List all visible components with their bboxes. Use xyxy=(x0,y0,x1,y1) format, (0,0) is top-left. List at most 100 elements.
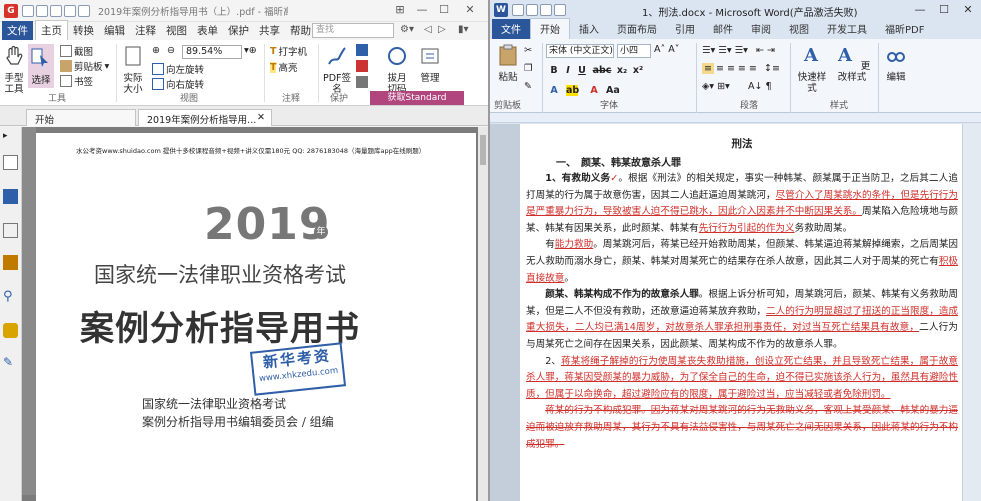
word-tab-developer[interactable]: 开发工具 xyxy=(818,19,876,39)
ribbon-options-icon[interactable]: ⊞ xyxy=(392,3,408,16)
nav-back-icon[interactable]: ◁ xyxy=(424,24,432,35)
undo-icon[interactable] xyxy=(64,4,76,17)
change-case-icon[interactable]: Aa xyxy=(606,85,620,96)
typewriter-button[interactable]: T 打字机 xyxy=(270,44,307,59)
stamp-icon[interactable] xyxy=(356,44,368,56)
zoom-in-icon[interactable]: ⊕ xyxy=(152,45,160,56)
maximize-button[interactable]: ☐ xyxy=(436,3,452,16)
word-tab-home[interactable]: 开始 xyxy=(530,18,570,39)
nav-forward-icon[interactable]: ▷ xyxy=(438,24,446,35)
page-thumbnail-icon[interactable] xyxy=(3,155,18,170)
comments-panel-icon[interactable] xyxy=(3,223,18,238)
indent-icon[interactable]: ⇤ ⇥ xyxy=(756,45,775,56)
word-tab-review[interactable]: 审阅 xyxy=(742,19,780,39)
settings-gear-icon[interactable]: ⚙▾ xyxy=(400,24,414,35)
font-color-icon[interactable]: A xyxy=(588,85,600,96)
change-styles-button[interactable]: A 更改样式 xyxy=(832,43,872,83)
link-icon[interactable] xyxy=(356,60,368,72)
tab-convert[interactable]: 转换 xyxy=(68,21,99,40)
close-tab-icon[interactable]: ✕ xyxy=(257,112,265,123)
pdf-canvas[interactable]: 水公考资www.shuidao.com 提供十多校课程音频+视频+讲义仅需180… xyxy=(22,127,488,501)
manage-button[interactable]: 管理 xyxy=(416,44,444,84)
expand-arrow-icon[interactable]: ▸ xyxy=(3,131,18,146)
format-painter-icon[interactable]: ✎ xyxy=(524,81,532,92)
align-left-icon[interactable]: ≡ ≡ ≡ ≡ ≡ xyxy=(702,63,757,74)
zoom-dropdown-icon[interactable]: ▾⊕ xyxy=(244,45,257,56)
actual-size-button[interactable]: 实际大小 xyxy=(120,44,146,95)
select-button[interactable]: 选择 xyxy=(28,44,54,88)
strikethrough-button[interactable]: abc xyxy=(592,65,612,76)
layers-icon[interactable] xyxy=(3,189,18,204)
editing-button[interactable]: 编辑 xyxy=(882,43,910,83)
pdf-scroll-thumb[interactable] xyxy=(480,135,486,165)
highlight-color-icon[interactable]: ab xyxy=(566,85,579,96)
word-minimize-button[interactable]: — xyxy=(912,3,928,16)
bold-button[interactable]: B xyxy=(548,65,560,76)
word-tab-mailings[interactable]: 邮件 xyxy=(704,19,742,39)
word-close-button[interactable]: ✕ xyxy=(960,3,976,16)
search-input[interactable]: 查找 xyxy=(312,23,394,38)
get-standard-button[interactable]: 获取Standard xyxy=(370,91,464,105)
doc-tab-current[interactable]: 2019年案例分析指导用... ✕ xyxy=(138,109,272,126)
screenshot-button[interactable]: 截图 xyxy=(60,44,93,58)
word-page[interactable]: 刑法 一、 颜某、韩某故意杀人罪 1、有救助义务✓。根据《刑法》的相关规定，事实… xyxy=(520,124,962,501)
attach-icon[interactable] xyxy=(356,76,368,88)
word-preview-icon[interactable] xyxy=(554,4,566,16)
hand-tool-button[interactable]: 手型工具 xyxy=(2,44,26,95)
close-button[interactable]: ✕ xyxy=(462,3,478,16)
line-spacing-icon[interactable]: ↕≡ xyxy=(764,63,780,74)
paste-button[interactable]: 粘贴 xyxy=(494,43,522,83)
underline-button[interactable]: U xyxy=(576,65,588,76)
tab-file[interactable]: 文件 xyxy=(2,21,33,40)
word-vertical-scrollbar[interactable] xyxy=(962,124,981,501)
tab-edit[interactable]: 编辑 xyxy=(99,21,130,40)
print-icon[interactable] xyxy=(50,4,62,17)
subscript-button[interactable]: x₂ xyxy=(616,65,628,76)
word-save-icon[interactable] xyxy=(512,4,524,16)
tab-comment[interactable]: 注释 xyxy=(130,21,161,40)
signature-panel-icon[interactable]: ✎ xyxy=(3,355,18,370)
bookmark-button[interactable]: 书签 xyxy=(60,74,93,88)
shading-icon[interactable]: ◈▾ ⊞▾ xyxy=(702,81,730,92)
tab-home[interactable]: 主页 xyxy=(35,20,68,40)
font-size-select[interactable]: 小四 xyxy=(617,44,651,58)
word-maximize-button[interactable]: ☐ xyxy=(936,3,952,16)
superscript-button[interactable]: x² xyxy=(632,65,644,76)
save-icon[interactable] xyxy=(36,4,48,17)
italic-button[interactable]: I xyxy=(562,65,574,76)
word-undo-icon[interactable] xyxy=(526,4,538,16)
word-tab-view[interactable]: 视图 xyxy=(780,19,818,39)
attachments-icon[interactable] xyxy=(3,255,18,270)
user-icon[interactable]: ▮▾ xyxy=(458,24,469,35)
sort-icon[interactable]: A↓ ¶ xyxy=(748,81,772,92)
open-icon[interactable] xyxy=(22,4,34,17)
doc-tab-start[interactable]: 开始 xyxy=(26,109,136,126)
font-name-select[interactable]: 宋体 (中文正文) xyxy=(546,44,614,58)
zoom-out-icon[interactable]: ⊖ xyxy=(167,45,175,56)
bullets-icon[interactable]: ☰▾ ☰▾ ☰▾ xyxy=(702,45,748,56)
rotate-left-button[interactable]: 向左旋转 xyxy=(152,62,204,76)
lock-icon[interactable] xyxy=(3,323,18,338)
cut-icon[interactable]: ✂ xyxy=(524,45,532,56)
pdf-sign-button[interactable]: PDF签名 xyxy=(322,44,352,95)
word-tab-foxit-pdf[interactable]: 福昕PDF xyxy=(876,19,933,39)
redo-icon[interactable] xyxy=(78,4,90,17)
rotate-right-button[interactable]: 向右旋转 xyxy=(152,77,204,91)
word-tab-file[interactable]: 文件 xyxy=(492,19,530,39)
clipboard-button[interactable]: 剪贴板 ▾ xyxy=(60,59,109,73)
tab-view[interactable]: 视图 xyxy=(161,21,192,40)
paperclip-icon[interactable]: ⚲ xyxy=(3,289,18,304)
word-tab-layout[interactable]: 页面布局 xyxy=(608,19,666,39)
tab-share[interactable]: 共享 xyxy=(254,21,285,40)
word-tab-insert[interactable]: 插入 xyxy=(570,19,608,39)
tab-protect[interactable]: 保护 xyxy=(223,21,254,40)
text-effects-icon[interactable]: A xyxy=(548,85,560,96)
tab-form[interactable]: 表单 xyxy=(192,21,223,40)
fill-sign-button[interactable]: 拔月 切码 xyxy=(382,44,412,95)
copy-icon[interactable]: ❐ xyxy=(524,63,533,74)
word-redo-icon[interactable] xyxy=(540,4,552,16)
highlight-button[interactable]: T 高亮 xyxy=(270,60,298,74)
minimize-button[interactable]: — xyxy=(414,3,430,16)
grow-font-icon[interactable]: A˄ A˅ xyxy=(654,44,680,55)
zoom-level-field[interactable]: 89.54% xyxy=(182,45,242,59)
